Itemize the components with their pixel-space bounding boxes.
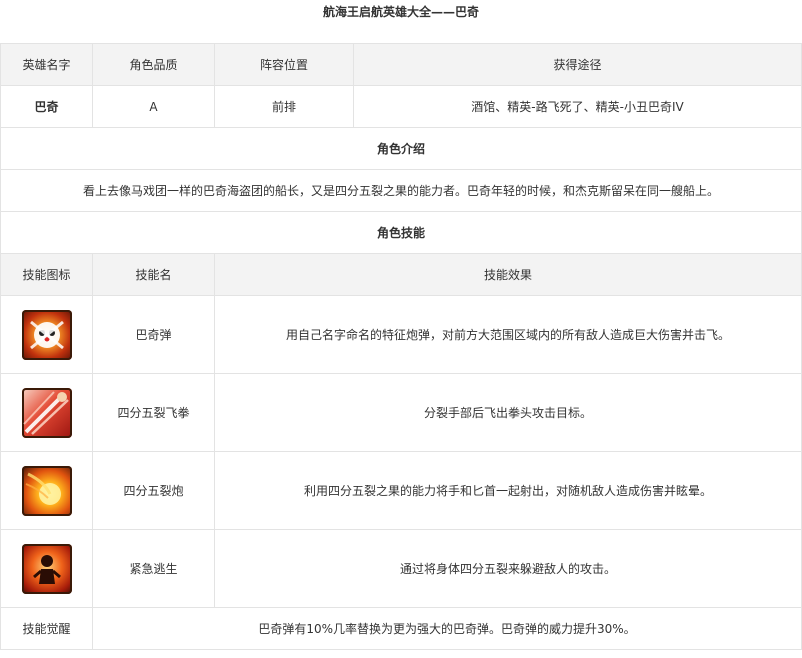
flying-fist-slash-icon (21, 387, 72, 438)
header-source: 获得途径 (352, 43, 802, 86)
hero-info-table: 航海王启航英雄大全——巴奇 英雄名字 角色品质 阵容位置 获得途径 巴奇 A 前… (0, 0, 802, 650)
skill-icon-cell (0, 451, 93, 530)
skill-effect: 通过将身体四分五裂来躲避敌人的攻击。 (213, 529, 802, 608)
header-position: 阵容位置 (214, 43, 354, 86)
skill-row: 巴奇弹 用自己名字命名的特征炮弹，对前方大范围区域内的所有敌人造成巨大伤害并击飞… (0, 295, 802, 374)
skill-icon-cell (0, 295, 93, 374)
page-title: 航海王启航英雄大全——巴奇 (323, 5, 480, 19)
intro-text: 看上去像马戏团一样的巴奇海盗团的船长，又是四分五裂之果的能力者。巴奇年轻的时候，… (0, 169, 802, 212)
awaken-text: 巴奇弹有10%几率替换为更为强大的巴奇弹。巴奇弹的威力提升30%。 (91, 607, 802, 650)
skill-row: 四分五裂飞拳 分裂手部后飞出拳头攻击目标。 (0, 373, 802, 452)
hero-name: 巴奇 (0, 85, 93, 128)
header-skill-name: 技能名 (92, 253, 215, 296)
skill-name: 四分五裂炮 (92, 451, 215, 530)
skill-effect: 用自己名字命名的特征炮弹，对前方大范围区域内的所有敌人造成巨大伤害并击飞。 (213, 295, 802, 374)
skill-icon-cell (0, 373, 93, 452)
skill-effect: 利用四分五裂之果的能力将手和匕首一起射出，对随机敌人造成伤害并眩晕。 (213, 451, 802, 530)
buggy-cannon-skull-icon (21, 309, 72, 360)
skill-name: 四分五裂飞拳 (92, 373, 215, 452)
skill-name: 巴奇弹 (92, 295, 215, 374)
header-hero-name: 英雄名字 (0, 43, 93, 86)
hero-source: 酒馆、精英-路飞死了、精英-小丑巴奇IV (352, 85, 802, 128)
skills-section-title: 角色技能 (0, 211, 802, 254)
awaken-label: 技能觉醒 (0, 607, 93, 650)
skill-name: 紧急逃生 (92, 529, 215, 608)
hero-quality: A (92, 85, 215, 128)
escape-figure-flame-icon (21, 543, 72, 594)
hero-position: 前排 (214, 85, 354, 128)
skill-effect: 分裂手部后飞出拳头攻击目标。 (213, 373, 802, 452)
header-quality: 角色品质 (92, 43, 215, 86)
fireball-cannon-icon (21, 465, 72, 516)
header-skill-effect: 技能效果 (213, 253, 802, 296)
skill-row: 四分五裂炮 利用四分五裂之果的能力将手和匕首一起射出，对随机敌人造成伤害并眩晕。 (0, 451, 802, 530)
skill-row: 紧急逃生 通过将身体四分五裂来躲避敌人的攻击。 (0, 529, 802, 608)
skill-icon-cell (0, 529, 93, 608)
intro-section-title: 角色介绍 (0, 127, 802, 170)
header-skill-icon: 技能图标 (0, 253, 93, 296)
